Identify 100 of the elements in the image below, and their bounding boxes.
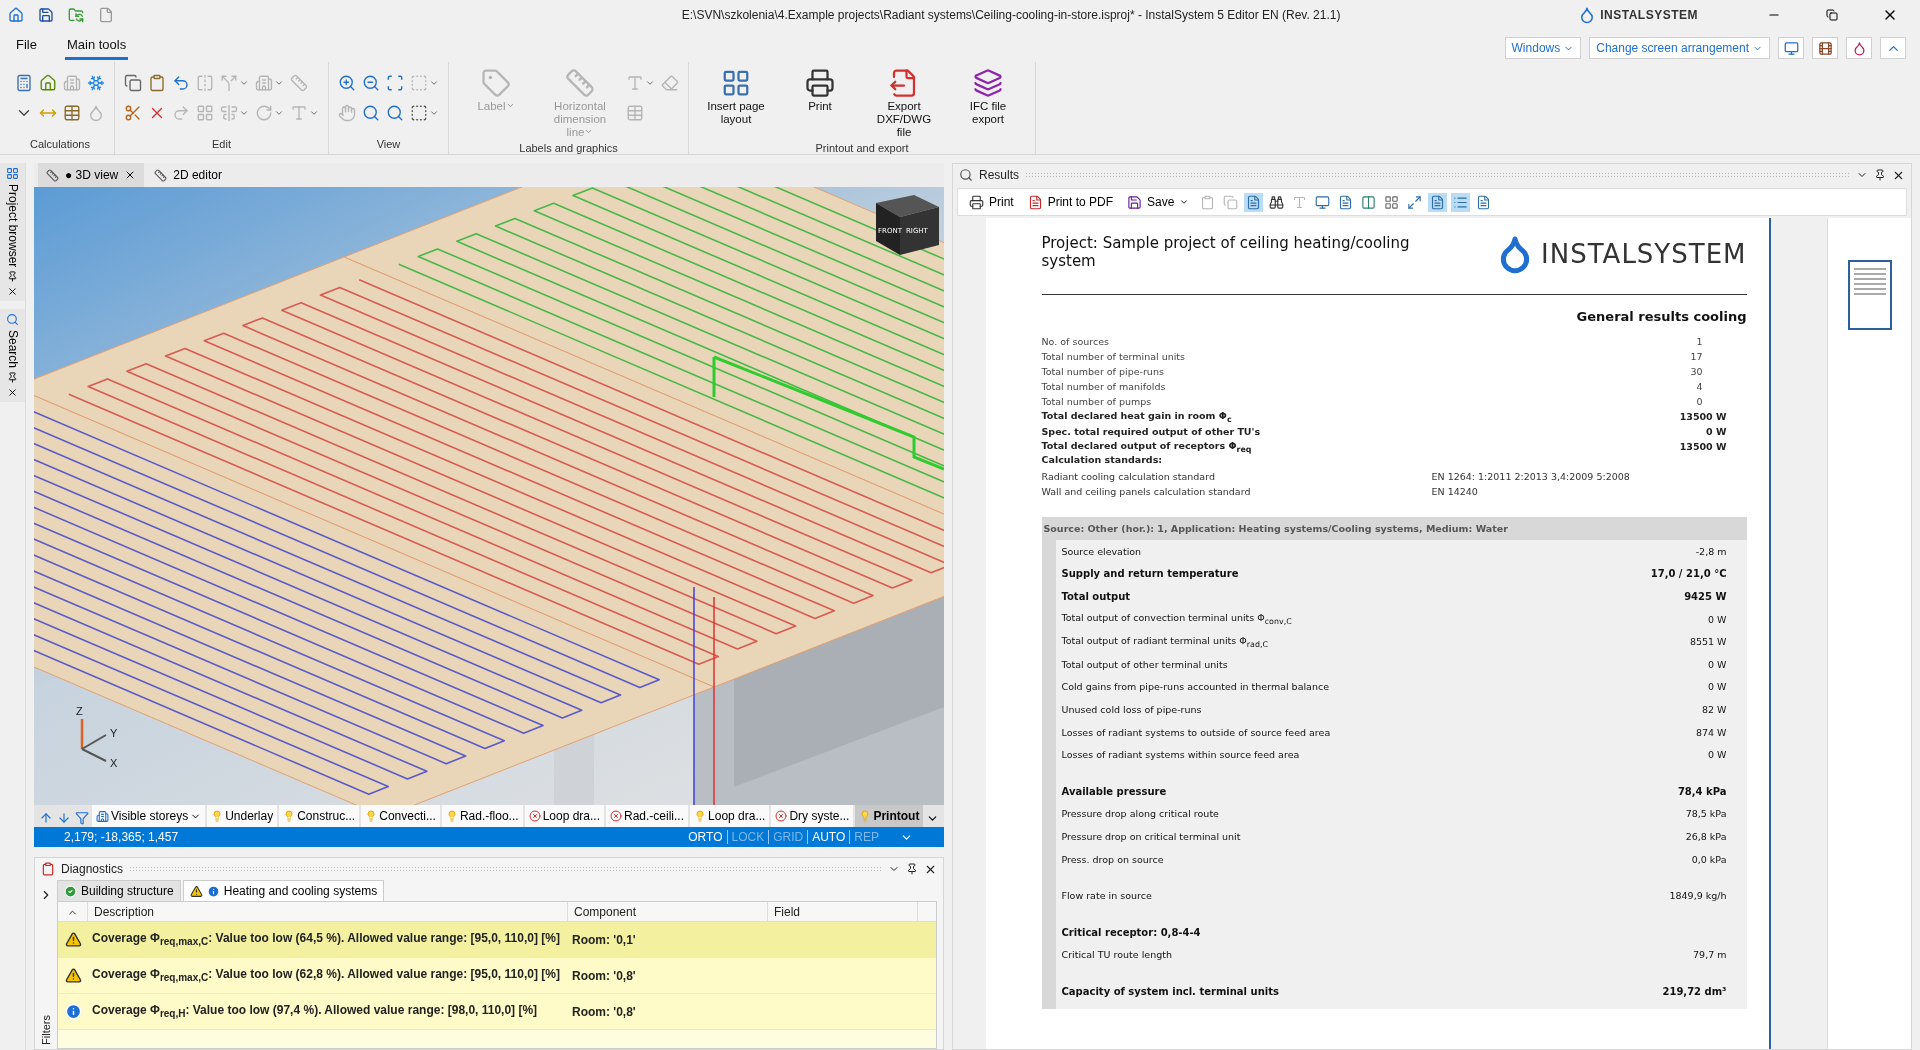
snap-toggle[interactable]: AUTO — [807, 830, 850, 844]
ribbon-tab[interactable]: Main tools — [64, 33, 129, 60]
result-value: 219,72 dm³ — [1662, 985, 1727, 997]
axis-label: Z — [76, 705, 83, 717]
diagnostics-tab[interactable]: Heating and cooling systems — [182, 880, 385, 901]
ribbon-button[interactable]: Export DXF/DWG file — [865, 62, 943, 140]
diagnostic-row[interactable]: Coverage Φ$_{req,H}$: Value too low (97,4 %). Allowed value range: [98,0, 110,0] [%] Room: '0,8' — [58, 994, 936, 1030]
result-value: 874 W — [1695, 726, 1727, 738]
view-toggle-button[interactable] — [1451, 192, 1471, 212]
layer-tab[interactable]: Dry syste... — [771, 805, 854, 827]
toolbar-button[interactable]: Print to PDF — [1022, 192, 1119, 212]
layer-tab[interactable]: Loop dra... — [524, 805, 604, 827]
page-thumbnail[interactable] — [1847, 260, 1892, 330]
monitor-icon — [1783, 40, 1799, 56]
text-icon — [1292, 194, 1308, 210]
result-value: 78,5 kPa — [1685, 808, 1727, 820]
ribbon-tab[interactable]: File — [14, 33, 39, 60]
result-label: Total output of convection terminal units Φ$_{conv,C}$ — [1061, 612, 1292, 626]
diagnostic-row[interactable]: Coverage Φ$_{req,max,C}$: Value too low (64,5 %). Allowed value range: [95,0, 110,0] [%] Room: '0,1' — [58, 922, 936, 958]
zoom-in-icon — [338, 74, 356, 92]
layer-tab[interactable]: Underlay — [207, 805, 278, 827]
result-label: Total number of pipe-runs — [1041, 366, 1164, 377]
pin-icon[interactable] — [1874, 169, 1886, 181]
result-value: 0 W — [1708, 658, 1727, 670]
side-panel-tab[interactable]: Project browser — [0, 163, 25, 302]
restore-icon — [1826, 9, 1838, 21]
side-panel-tab[interactable]: Search — [0, 309, 25, 403]
view-tab[interactable]: 2D editor — [146, 163, 230, 187]
reload-button[interactable] — [68, 7, 84, 23]
page-icon — [1338, 194, 1354, 210]
ribbon-button[interactable]: IFC file export — [949, 62, 1027, 127]
split-icon — [220, 74, 238, 92]
drop-info-button[interactable] — [1846, 37, 1872, 59]
search-icon — [6, 313, 19, 327]
home-button[interactable] — [8, 7, 24, 23]
layer-tab[interactable]: Convecti... — [361, 805, 440, 827]
window-title: E:\SVN\szkolenia\4.Example projects\Radiant systems\Ceiling-cooling-in-store.isproj* - InstalSystem 5 Editor EN (Rev. 21.1) — [680, 8, 1342, 22]
screen-button[interactable] — [1778, 37, 1804, 59]
axis-label: Y — [110, 727, 118, 739]
pin-icon — [7, 271, 18, 283]
result-value: 0 W — [1708, 681, 1727, 693]
page-icon — [1430, 194, 1446, 210]
result-value: 79,7 m — [1693, 949, 1727, 961]
save-button[interactable] — [38, 7, 54, 23]
film-button[interactable] — [1812, 37, 1838, 59]
ribbon-button[interactable]: Print — [781, 62, 859, 114]
caret-icon — [505, 101, 515, 110]
ruler-icon — [154, 168, 168, 182]
selection-icon — [410, 74, 428, 92]
toolbar-button[interactable]: Print — [964, 192, 1019, 212]
layer-tab[interactable]: Rad.-ceili... — [606, 805, 689, 827]
check-icon — [64, 884, 77, 898]
ruler-icon — [46, 168, 59, 182]
result-label: No. of sources — [1041, 336, 1109, 347]
diagnostic-row[interactable]: Coverage Φ$_{req,max,C}$: Value too low (62,8 %). Allowed value range: [95,0, 110,0] [%] Room: '0,8' — [58, 958, 936, 994]
warning-icon — [64, 967, 82, 984]
cursor-coordinates: 2,179; -18,365; 1,457 — [64, 830, 180, 844]
snap-toggle[interactable]: ORTO — [684, 830, 727, 844]
layer-tab[interactable]: Rad.-floo... — [441, 805, 523, 827]
fit-icon — [1407, 194, 1423, 210]
layer-tab[interactable]: Loop dra... — [690, 805, 770, 827]
toolbar-button[interactable]: Save — [1122, 192, 1195, 212]
undo-icon — [172, 74, 190, 92]
view-toggle-button[interactable] — [1428, 192, 1448, 212]
hand-icon — [338, 104, 356, 122]
house-icon — [39, 74, 57, 92]
filters-tab[interactable]: Filters — [40, 1015, 52, 1045]
zoom-icon — [362, 104, 380, 122]
house-icon — [8, 7, 24, 23]
pin-icon[interactable] — [906, 863, 918, 875]
calculator-icon — [15, 74, 33, 92]
result-value: 0 W — [1708, 749, 1727, 761]
result-label: Available pressure — [1061, 785, 1167, 797]
caret-icon — [239, 108, 249, 118]
result-label: Total output — [1061, 591, 1131, 602]
result-label: Total output of radiant terminal units Φ$_{rad,C}$ — [1061, 634, 1268, 649]
new-file-button[interactable] — [98, 7, 114, 23]
dropdown-button[interactable]: Change screen arrangement — [1589, 37, 1770, 59]
copy-icon — [1223, 194, 1239, 210]
result-label: Critical TU route length — [1061, 949, 1172, 961]
save-icon — [38, 7, 54, 23]
view-cube[interactable] — [876, 195, 939, 255]
lightbulb-icon — [445, 810, 458, 822]
view-toggle-button[interactable] — [1244, 192, 1264, 212]
result-label: Total number of manifolds — [1041, 381, 1166, 392]
ribbon-button[interactable]: Insert page layout — [697, 62, 775, 127]
info-icon — [64, 1003, 82, 1020]
dropdown-button[interactable]: Windows — [1504, 37, 1582, 59]
layer-tab[interactable]: Printout — [855, 805, 924, 827]
lightbulb-icon — [211, 810, 224, 822]
result-label: Cold gains from pipe-runs accounted in thermal balance — [1061, 681, 1330, 693]
layers-icon — [973, 68, 1003, 98]
cross-icon — [775, 810, 788, 822]
monitor-icon — [1315, 194, 1331, 210]
caret-icon — [309, 108, 319, 118]
view-tab[interactable]: ● 3D view — [38, 163, 145, 187]
caret-icon — [239, 78, 249, 88]
layer-tab[interactable]: Construc... — [279, 805, 360, 827]
storeys-dropdown[interactable]: Visible storeys — [92, 805, 206, 827]
diagnostics-tab[interactable]: Building structure — [57, 880, 181, 901]
